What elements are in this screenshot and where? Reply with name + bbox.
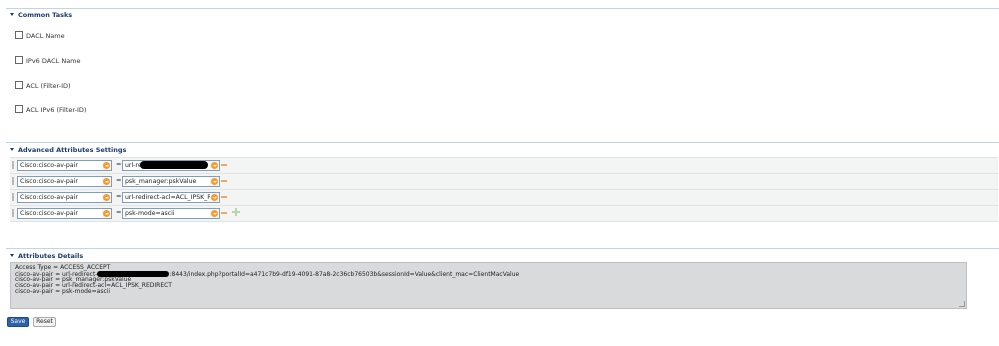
dropdown-arrow-icon[interactable] [210,177,219,186]
equals-sign: = [116,176,122,184]
remove-row-icon[interactable] [221,164,227,166]
equals-sign: = [116,192,122,200]
attribute-name-select[interactable]: Cisco:cisco-av-pair [17,176,112,187]
task-acl-ipv6-filter-id: ACL IPv6 (Filter-ID) [15,105,86,114]
dropdown-arrow-icon[interactable] [210,161,219,170]
equals-sign: = [116,160,122,168]
advanced-attributes-header[interactable]: Advanced Attributes Settings [10,146,126,154]
dropdown-arrow-icon[interactable] [102,161,111,170]
dropdown-arrow-icon[interactable] [210,209,219,218]
section-divider [6,248,999,249]
attribute-row: Cisco:cisco-av-pair = url-redirect- [10,158,998,174]
acl-ipv6-filter-id-checkbox[interactable] [15,105,23,113]
dropdown-arrow-icon[interactable] [210,193,219,202]
remove-row-icon[interactable] [221,180,227,182]
dropdown-arrow-icon[interactable] [102,193,111,202]
expand-triangle-icon [10,148,14,151]
attribute-name-select[interactable]: Cisco:cisco-av-pair [17,208,112,219]
attribute-row: Cisco:cisco-av-pair = url-redirect-acl=A… [10,190,998,206]
add-row-icon[interactable] [232,208,240,216]
dacl-name-checkbox[interactable] [15,31,23,39]
attribute-name-select[interactable]: Cisco:cisco-av-pair [17,192,112,203]
drag-handle-icon[interactable] [12,161,14,169]
details-line: cisco-av-pair = psk-mode=ascii [15,288,111,295]
redaction-mark [140,161,208,169]
task-dacl-name: DACL Name [15,31,65,40]
attribute-value-input[interactable]: url-redirect-acl=ACL_IPSK_R... [122,192,220,203]
common-tasks-header[interactable]: Common Tasks [10,11,72,19]
save-button[interactable]: Save [7,317,29,327]
attributes-details-header[interactable]: Attributes Details [10,252,83,260]
section-divider [6,8,999,9]
drag-handle-icon[interactable] [12,193,14,201]
attributes-details-textarea[interactable]: Access Type = ACCESS_ACCEPT cisco-av-pai… [10,262,967,309]
attribute-name-select[interactable]: Cisco:cisco-av-pair [17,160,112,171]
expand-triangle-icon [10,254,14,257]
remove-row-icon[interactable] [221,196,227,198]
attribute-value-input[interactable]: psk_manager:pskValue [122,176,220,187]
reset-button[interactable]: Reset [33,317,56,327]
attribute-row: Cisco:cisco-av-pair = psk-mode=ascii [10,206,998,222]
resize-grip-icon[interactable] [959,301,965,307]
remove-row-icon[interactable] [221,212,227,214]
advanced-attributes-grid: Cisco:cisco-av-pair = url-redirect- Cisc… [10,157,998,222]
task-ipv6-dacl-name: IPv6 DACL Name [15,56,81,65]
dropdown-arrow-icon[interactable] [102,177,111,186]
attribute-row: Cisco:cisco-av-pair = psk_manager:pskVal… [10,174,998,190]
acl-filter-id-checkbox[interactable] [15,81,23,89]
section-divider [6,142,999,143]
drag-handle-icon[interactable] [12,209,14,217]
ipv6-dacl-name-checkbox[interactable] [15,56,23,64]
equals-sign: = [116,208,122,216]
expand-triangle-icon [10,13,14,16]
drag-handle-icon[interactable] [12,177,14,185]
dropdown-arrow-icon[interactable] [102,209,111,218]
task-acl-filter-id: ACL (Filter-ID) [15,81,71,90]
attribute-value-input[interactable]: psk-mode=ascii [122,208,220,219]
